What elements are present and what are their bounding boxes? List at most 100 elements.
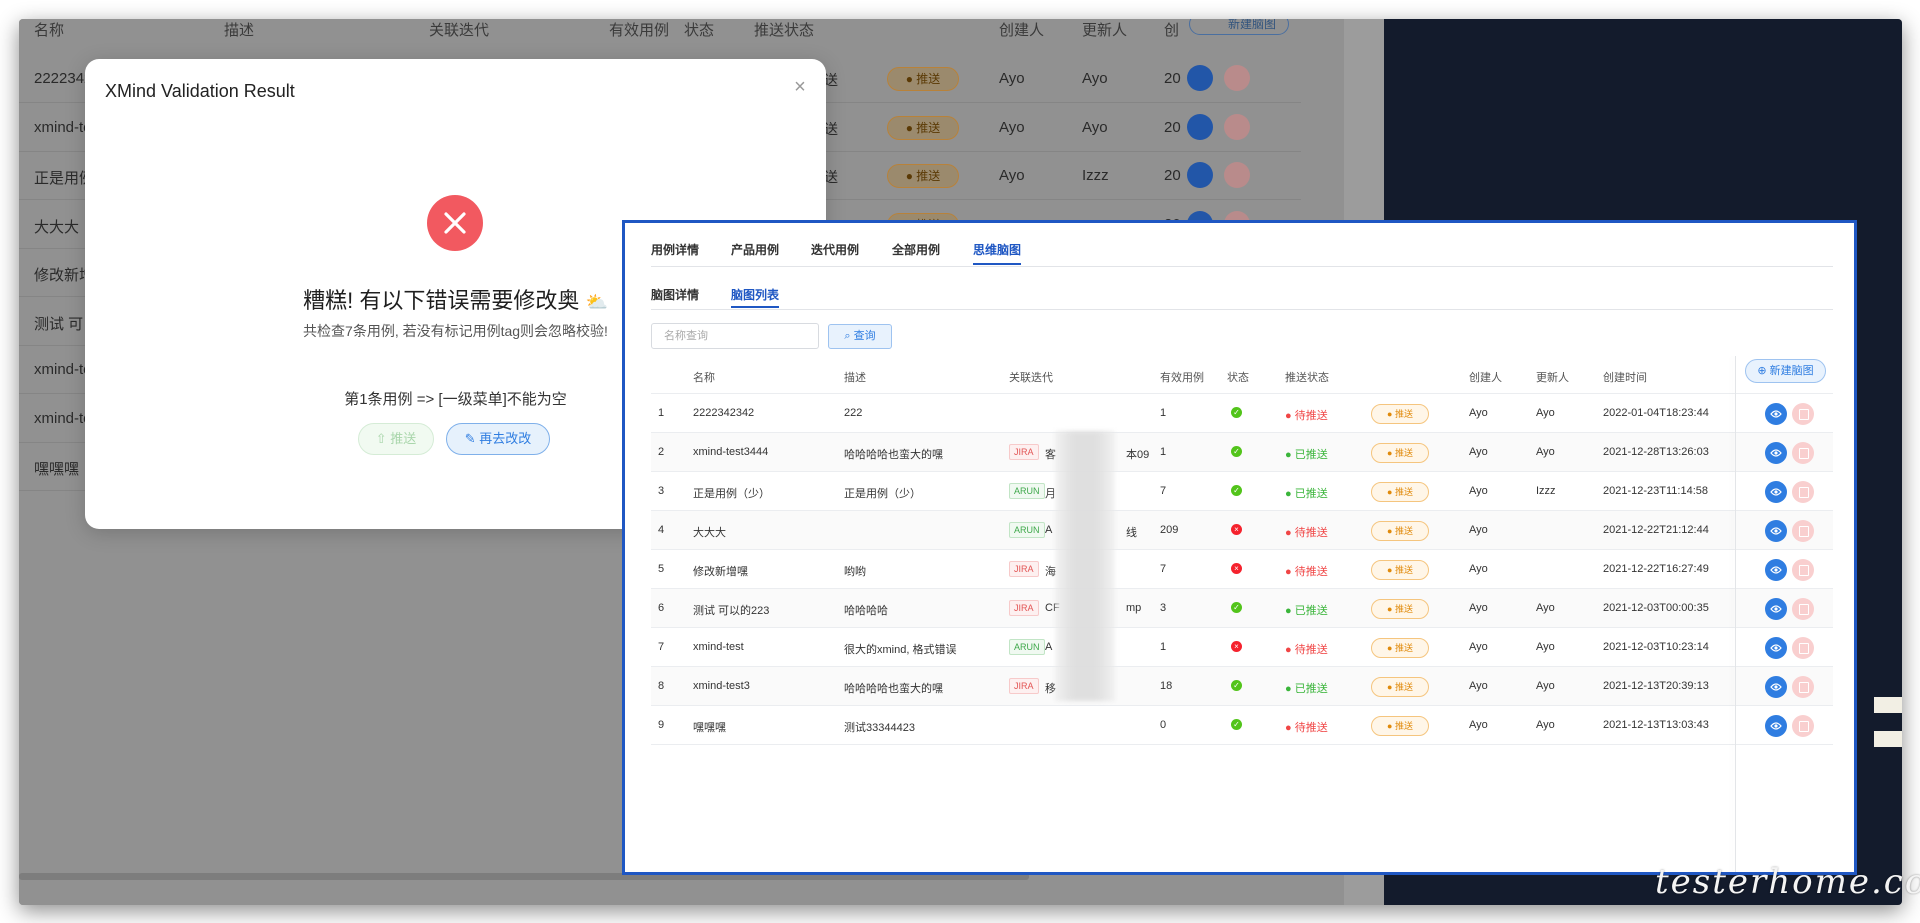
- view-icon[interactable]: [1765, 559, 1787, 581]
- row-push-button[interactable]: ● 推送: [1371, 521, 1429, 541]
- row-valid-cases: 209: [1160, 524, 1179, 536]
- background-row-creator: Ayo: [999, 118, 1025, 136]
- row-push-button[interactable]: ● 推送: [1371, 404, 1429, 424]
- tab-0[interactable]: 用例详情: [651, 241, 699, 258]
- view-icon[interactable]: [1765, 637, 1787, 659]
- view-icon[interactable]: [1765, 481, 1787, 503]
- column-header: 名称: [693, 372, 715, 384]
- view-icon[interactable]: [1765, 715, 1787, 737]
- row-push-button[interactable]: ● 推送: [1371, 638, 1429, 658]
- tab-2[interactable]: 迭代用例: [811, 241, 859, 258]
- column-header: 创建人: [1469, 372, 1502, 384]
- delete-icon[interactable]: [1792, 481, 1814, 503]
- background-column-header: 有效用例: [609, 22, 670, 39]
- row-valid-cases: 1: [1160, 407, 1167, 419]
- new-mindmap-button[interactable]: ⊕ 新建脑图: [1745, 359, 1826, 383]
- row-push-state: ● 待推送: [1285, 527, 1328, 539]
- column-header: 推送状态: [1285, 372, 1329, 384]
- row-iteration-tail: 线: [1126, 527, 1137, 539]
- background-row-push-button[interactable]: ● 推送: [887, 67, 959, 91]
- row-description: 哈哈哈哈: [844, 605, 888, 617]
- row-index: 7: [658, 641, 665, 653]
- delete-icon[interactable]: [1792, 598, 1814, 620]
- subtab-0[interactable]: 脑图详情: [651, 286, 699, 303]
- row-push-button[interactable]: ● 推送: [1371, 560, 1429, 580]
- row-valid-cases: 1: [1160, 446, 1167, 458]
- column-header: 有效用例: [1160, 372, 1204, 384]
- background-delete-button[interactable]: [1224, 162, 1250, 188]
- delete-icon[interactable]: [1792, 559, 1814, 581]
- background-view-button[interactable]: [1187, 65, 1213, 91]
- row-push-state: ● 已推送: [1285, 488, 1328, 500]
- row-updater: Ayo: [1536, 602, 1555, 614]
- tab-3[interactable]: 全部用例: [892, 241, 940, 258]
- row-push-button[interactable]: ● 推送: [1371, 716, 1429, 736]
- row-valid-cases: 1: [1160, 641, 1167, 653]
- row-name: 2222342342: [693, 407, 755, 419]
- row-created-time: 2021-12-22T16:27:49: [1603, 563, 1709, 575]
- view-icon[interactable]: [1765, 403, 1787, 425]
- background-row-push-button[interactable]: ● 推送: [887, 164, 959, 188]
- delete-icon[interactable]: [1792, 637, 1814, 659]
- row-name: 测试 可以的223: [693, 605, 770, 617]
- delete-icon[interactable]: [1792, 520, 1814, 542]
- push-button-disabled: ⇧ 推送: [358, 423, 434, 455]
- row-created-time: 2021-12-28T13:26:03: [1603, 446, 1709, 458]
- background-row-updater: Ayo: [1082, 118, 1108, 136]
- background-row-updater: Izzz: [1082, 167, 1109, 184]
- row-creator: Ayo: [1469, 485, 1488, 497]
- row-index: 4: [658, 524, 665, 536]
- redo-button-label: 再去改改: [479, 431, 532, 446]
- view-icon[interactable]: [1765, 520, 1787, 542]
- table-row: 1 2222342342 222 1 ✓ ● 待推送 ● 推送 Ayo Ayo 2022-01-0…: [651, 394, 1833, 433]
- row-push-button[interactable]: ● 推送: [1371, 443, 1429, 463]
- tab-4[interactable]: 思维脑图: [973, 241, 1022, 265]
- background-new-mindmap-button[interactable]: 新建脑图: [1189, 19, 1289, 35]
- background-row-name: xmind-te: [34, 118, 92, 136]
- background-column-header: 关联迭代: [429, 22, 490, 39]
- table-row: 9 嘿嘿嘿 测试33344423 0 ✓ ● 待推送 ● 推送 Ayo Ayo 2021-12-1…: [651, 706, 1833, 745]
- row-push-button[interactable]: ● 推送: [1371, 599, 1429, 619]
- row-valid-cases: 7: [1160, 563, 1167, 575]
- row-creator: Ayo: [1469, 524, 1488, 536]
- delete-icon[interactable]: [1792, 442, 1814, 464]
- column-header: 关联迭代: [1009, 372, 1053, 384]
- view-icon[interactable]: [1765, 598, 1787, 620]
- row-valid-cases: 7: [1160, 485, 1167, 497]
- delete-icon[interactable]: [1792, 715, 1814, 737]
- background-delete-button[interactable]: [1224, 113, 1250, 140]
- redo-button[interactable]: ✎ 再去改改: [446, 423, 550, 455]
- row-push-button[interactable]: ● 推送: [1371, 482, 1429, 502]
- tab-1[interactable]: 产品用例: [731, 241, 779, 258]
- iteration-tag: JIRA: [1009, 678, 1039, 694]
- delete-icon[interactable]: [1792, 676, 1814, 698]
- table-row: 3 正是用例（少） 正是用例（少） ARUN 月 7 ✓ ● 已推送 ● 推送 Ayo Izzz 20…: [651, 472, 1833, 511]
- delete-icon[interactable]: [1792, 403, 1814, 425]
- row-updater: Izzz: [1536, 485, 1556, 497]
- close-icon[interactable]: ×: [789, 77, 811, 99]
- table-header: 名称 描述 关联迭代 有效用例 状态 推送状态 创建人 更新人 创建时间: [651, 356, 1833, 394]
- table-row: 5 修改新增嘿 哟哟 JIRA 海 7 × ● 待推送 ● 推送 Ayo 2021-12-22T16…: [651, 550, 1833, 589]
- search-button-label: 查询: [853, 330, 876, 342]
- row-description: 测试33344423: [844, 722, 915, 734]
- background-view-button[interactable]: [1187, 113, 1213, 140]
- view-icon[interactable]: [1765, 442, 1787, 464]
- row-description: 哟哟: [844, 566, 866, 578]
- search-button[interactable]: ⌕ 查询: [828, 324, 892, 349]
- subtab-1[interactable]: 脑图列表: [731, 286, 780, 308]
- row-created-time: 2021-12-03T00:00:35: [1603, 602, 1709, 614]
- table-row: 6 测试 可以的223 哈哈哈哈 JIRA CF mp 3 ✓ ● 已推送 ● 推送 Ayo Ayo 2…: [651, 589, 1833, 628]
- iteration-tag: ARUN: [1009, 639, 1045, 655]
- search-input[interactable]: 名称查询: [651, 323, 819, 349]
- background-row-push-button[interactable]: ● 推送: [887, 115, 959, 140]
- sub-tabs: 脑图详情 脑图列表: [651, 286, 1833, 310]
- new-mindmap-label: 新建脑图: [1769, 365, 1814, 377]
- row-push-button[interactable]: ● 推送: [1371, 677, 1429, 697]
- column-header: 创建时间: [1603, 372, 1647, 384]
- background-view-button[interactable]: [1187, 162, 1213, 188]
- view-icon[interactable]: [1765, 676, 1787, 698]
- row-creator: Ayo: [1469, 407, 1488, 419]
- row-description: 哈哈哈哈也蛮大的嘿: [844, 449, 943, 461]
- row-index: 2: [658, 446, 665, 458]
- background-delete-button[interactable]: [1224, 65, 1250, 91]
